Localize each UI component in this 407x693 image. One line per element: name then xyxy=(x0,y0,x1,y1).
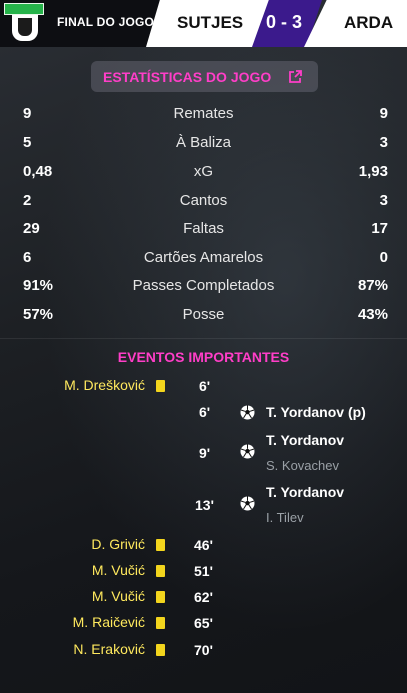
goal-assist: S. Kovachev xyxy=(266,458,339,473)
home-team-name: SUTJES xyxy=(177,13,244,32)
stat-away-value: 9 xyxy=(379,105,388,122)
club-logo-banner xyxy=(4,3,44,15)
match-stats-button-label: ESTATÍSTICAS DO JOGO xyxy=(103,69,272,85)
event-minute: 9' xyxy=(199,445,211,461)
card-player-name: M. Raičević xyxy=(72,614,145,630)
stat-away-value: 43% xyxy=(357,306,388,323)
divider xyxy=(0,338,407,339)
stat-label: Cartões Amarelos xyxy=(143,249,264,266)
stat-away-value: 3 xyxy=(379,192,388,209)
card-player-name: M. Drešković xyxy=(64,377,145,393)
goal-scorer: T. Yordanov xyxy=(266,484,345,500)
match-header: FINAL DO JOGO SUTJES 0 - 3 ARDA xyxy=(0,0,407,47)
yellow-card-icon xyxy=(156,380,165,392)
stat-label: Remates xyxy=(173,105,234,122)
club-logo-shield xyxy=(12,15,38,41)
stat-label: Posse xyxy=(182,306,225,323)
stat-row: 6 Cartões Amarelos 0 xyxy=(0,249,407,269)
event-minute: 6' xyxy=(199,404,211,420)
yellow-card-icon xyxy=(156,539,165,551)
event-minute: 65' xyxy=(194,615,213,631)
card-player-name: M. Vučić xyxy=(91,562,145,578)
stat-away-value: 3 xyxy=(379,134,388,151)
stat-row: 91% Passes Completados 87% xyxy=(0,277,407,297)
events-title: EVENTOS IMPORTANTES xyxy=(117,349,290,365)
stat-label: Passes Completados xyxy=(132,277,275,294)
yellow-card-icon xyxy=(156,644,165,656)
stat-label: Cantos xyxy=(179,192,228,209)
event-minute: 62' xyxy=(194,589,213,605)
goal-assist: I. Tilev xyxy=(266,510,304,525)
stat-row: 29 Faltas 17 xyxy=(0,220,407,240)
goal-scorer: T. Yordanov xyxy=(266,432,345,448)
stat-row: 57% Posse 43% xyxy=(0,306,407,326)
event-minute: 51' xyxy=(194,563,213,579)
card-player-name: N. Eraković xyxy=(73,641,145,657)
stat-away-value: 0 xyxy=(379,249,388,266)
external-link-icon xyxy=(289,70,302,83)
yellow-card-icon xyxy=(156,591,165,603)
match-stats-button[interactable]: ESTATÍSTICAS DO JOGO xyxy=(91,61,318,92)
stat-away-value: 1,93 xyxy=(358,163,388,180)
card-player-name: D. Grivić xyxy=(91,536,145,552)
stat-row: 0,48 xG 1,93 xyxy=(0,163,407,183)
stat-row: 2 Cantos 3 xyxy=(0,192,407,212)
card-player-name: M. Vučić xyxy=(91,588,145,604)
goal-scorer: T. Yordanov (p) xyxy=(266,404,366,420)
stat-label: À Baliza xyxy=(175,134,232,151)
event-minute: 13' xyxy=(195,497,214,513)
match-status: FINAL DO JOGO xyxy=(57,15,155,29)
football-icon xyxy=(240,496,255,511)
event-minute: 70' xyxy=(194,642,213,658)
match-score: 0 - 3 xyxy=(266,12,303,32)
yellow-card-icon xyxy=(156,617,165,629)
stat-away-value: 87% xyxy=(357,277,388,294)
football-icon xyxy=(240,405,255,420)
club-logo xyxy=(4,3,44,43)
football-icon xyxy=(240,444,255,459)
stat-row: 9 Remates 9 xyxy=(0,105,407,125)
stat-label: xG xyxy=(193,163,214,180)
event-minute: 46' xyxy=(194,537,213,553)
stat-away-value: 17 xyxy=(371,220,388,237)
stat-row: 5 À Baliza 3 xyxy=(0,134,407,154)
yellow-card-icon xyxy=(156,565,165,577)
away-team-name: ARDA xyxy=(344,13,394,32)
event-minute: 6' xyxy=(199,378,211,394)
stat-label: Faltas xyxy=(183,220,224,237)
